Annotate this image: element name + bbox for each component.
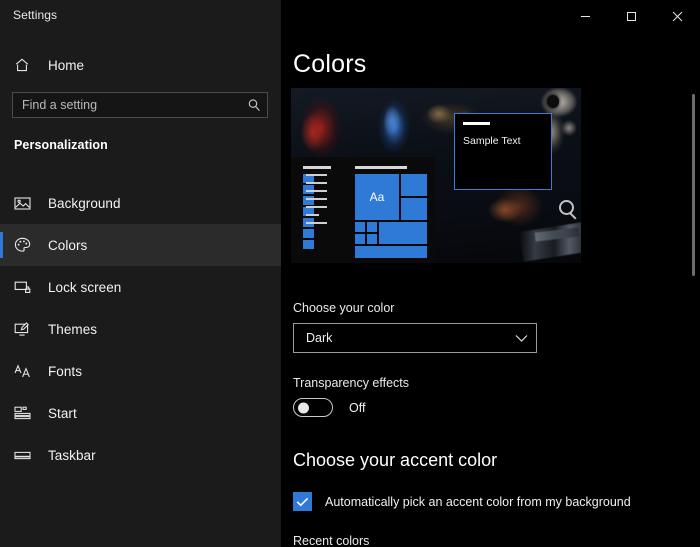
accent-heading: Choose your accent color	[293, 450, 497, 471]
auto-accent-checkbox[interactable]	[293, 492, 312, 511]
window-controls	[562, 0, 700, 32]
home-icon	[14, 55, 36, 75]
choose-color-label: Choose your color	[293, 301, 394, 315]
palette-icon	[14, 235, 36, 255]
transparency-toggle-row: Off	[293, 398, 365, 417]
maximize-button[interactable]	[608, 0, 654, 32]
sample-window-text: Sample Text	[463, 135, 521, 147]
auto-accent-label: Automatically pick an accent color from …	[325, 495, 631, 509]
recent-colors-label: Recent colors	[293, 534, 369, 547]
sidebar-item-background-label: Background	[48, 196, 121, 211]
transparency-label: Transparency effects	[293, 376, 409, 390]
start-menu-preview: Aa	[291, 157, 435, 263]
start-tile-glyph: Aa	[355, 174, 399, 220]
sidebar-item-home-label: Home	[48, 58, 84, 73]
start-tile-small-1	[355, 222, 365, 232]
sidebar-item-background[interactable]: Background	[0, 182, 281, 224]
sidebar-item-themes[interactable]: Themes	[0, 308, 281, 350]
toggle-knob	[298, 402, 309, 413]
choose-color-dropdown[interactable]: Dark	[293, 323, 537, 353]
sidebar-nav-list: Background Colors	[0, 182, 281, 476]
sidebar: Home Personalization	[0, 0, 281, 547]
search-icon[interactable]	[241, 93, 267, 117]
picture-icon	[14, 193, 36, 213]
sidebar-item-lock-screen-label: Lock screen	[48, 280, 121, 295]
search-box[interactable]	[12, 92, 268, 118]
sidebar-item-taskbar[interactable]: Taskbar	[0, 434, 281, 476]
themes-pen-icon	[14, 319, 36, 339]
title-bar: Settings	[0, 0, 700, 32]
sidebar-item-start-label: Start	[48, 406, 77, 421]
close-button[interactable]	[654, 0, 700, 32]
content-scrollbar[interactable]	[686, 32, 700, 547]
sidebar-item-fonts-label: Fonts	[48, 364, 82, 379]
start-tile-small-3	[355, 234, 365, 244]
taskbar-icon	[14, 445, 36, 465]
transparency-toggle[interactable]	[293, 398, 333, 417]
start-tile-grid-wrap: Aa	[355, 166, 427, 258]
chevron-down-icon	[506, 334, 536, 343]
lock-screen-icon	[14, 277, 36, 297]
start-tile-bottom	[355, 246, 427, 258]
scrollbar-thumb[interactable]	[692, 94, 695, 276]
sidebar-item-home[interactable]: Home	[0, 50, 281, 80]
fonts-aa-icon	[14, 361, 36, 381]
theme-preview: Aa Sample Text	[291, 88, 581, 263]
auto-accent-checkbox-row[interactable]: Automatically pick an accent color from …	[293, 492, 631, 511]
choose-color-value: Dark	[294, 331, 506, 345]
settings-window: Settings Home	[0, 0, 700, 547]
sidebar-item-taskbar-label: Taskbar	[48, 448, 96, 463]
sidebar-item-colors[interactable]: Colors	[0, 224, 281, 266]
start-tile-wide	[379, 222, 427, 244]
sidebar-item-start[interactable]: Start	[0, 392, 281, 434]
sidebar-item-themes-label: Themes	[48, 322, 97, 337]
wallpaper-eye-shape	[547, 95, 559, 108]
sidebar-item-lock-screen[interactable]: Lock screen	[0, 266, 281, 308]
start-tiles-header	[355, 166, 407, 169]
start-tile-right-2	[401, 198, 427, 220]
wallpaper-magnifier-icon	[559, 200, 574, 215]
minimize-button[interactable]	[562, 0, 608, 32]
sidebar-group-header: Personalization	[14, 138, 108, 152]
sample-window-titlebar	[463, 122, 490, 125]
page-title: Colors	[293, 50, 366, 79]
content-pane: Colors	[281, 0, 700, 547]
window-title: Settings	[13, 8, 57, 22]
search-input[interactable]	[13, 93, 241, 117]
transparency-state: Off	[349, 401, 365, 415]
start-tile-right-1	[401, 174, 427, 196]
start-tile-grid: Aa	[355, 174, 427, 258]
start-rail-header	[303, 166, 331, 169]
sidebar-item-colors-label: Colors	[48, 238, 87, 253]
start-app-list-lines	[306, 174, 327, 224]
sample-window-preview: Sample Text	[454, 113, 552, 190]
sidebar-item-fonts[interactable]: Fonts	[0, 350, 281, 392]
start-tiles-icon	[14, 403, 36, 423]
start-tile-small-4	[367, 234, 377, 244]
start-tile-small-2	[367, 222, 377, 232]
